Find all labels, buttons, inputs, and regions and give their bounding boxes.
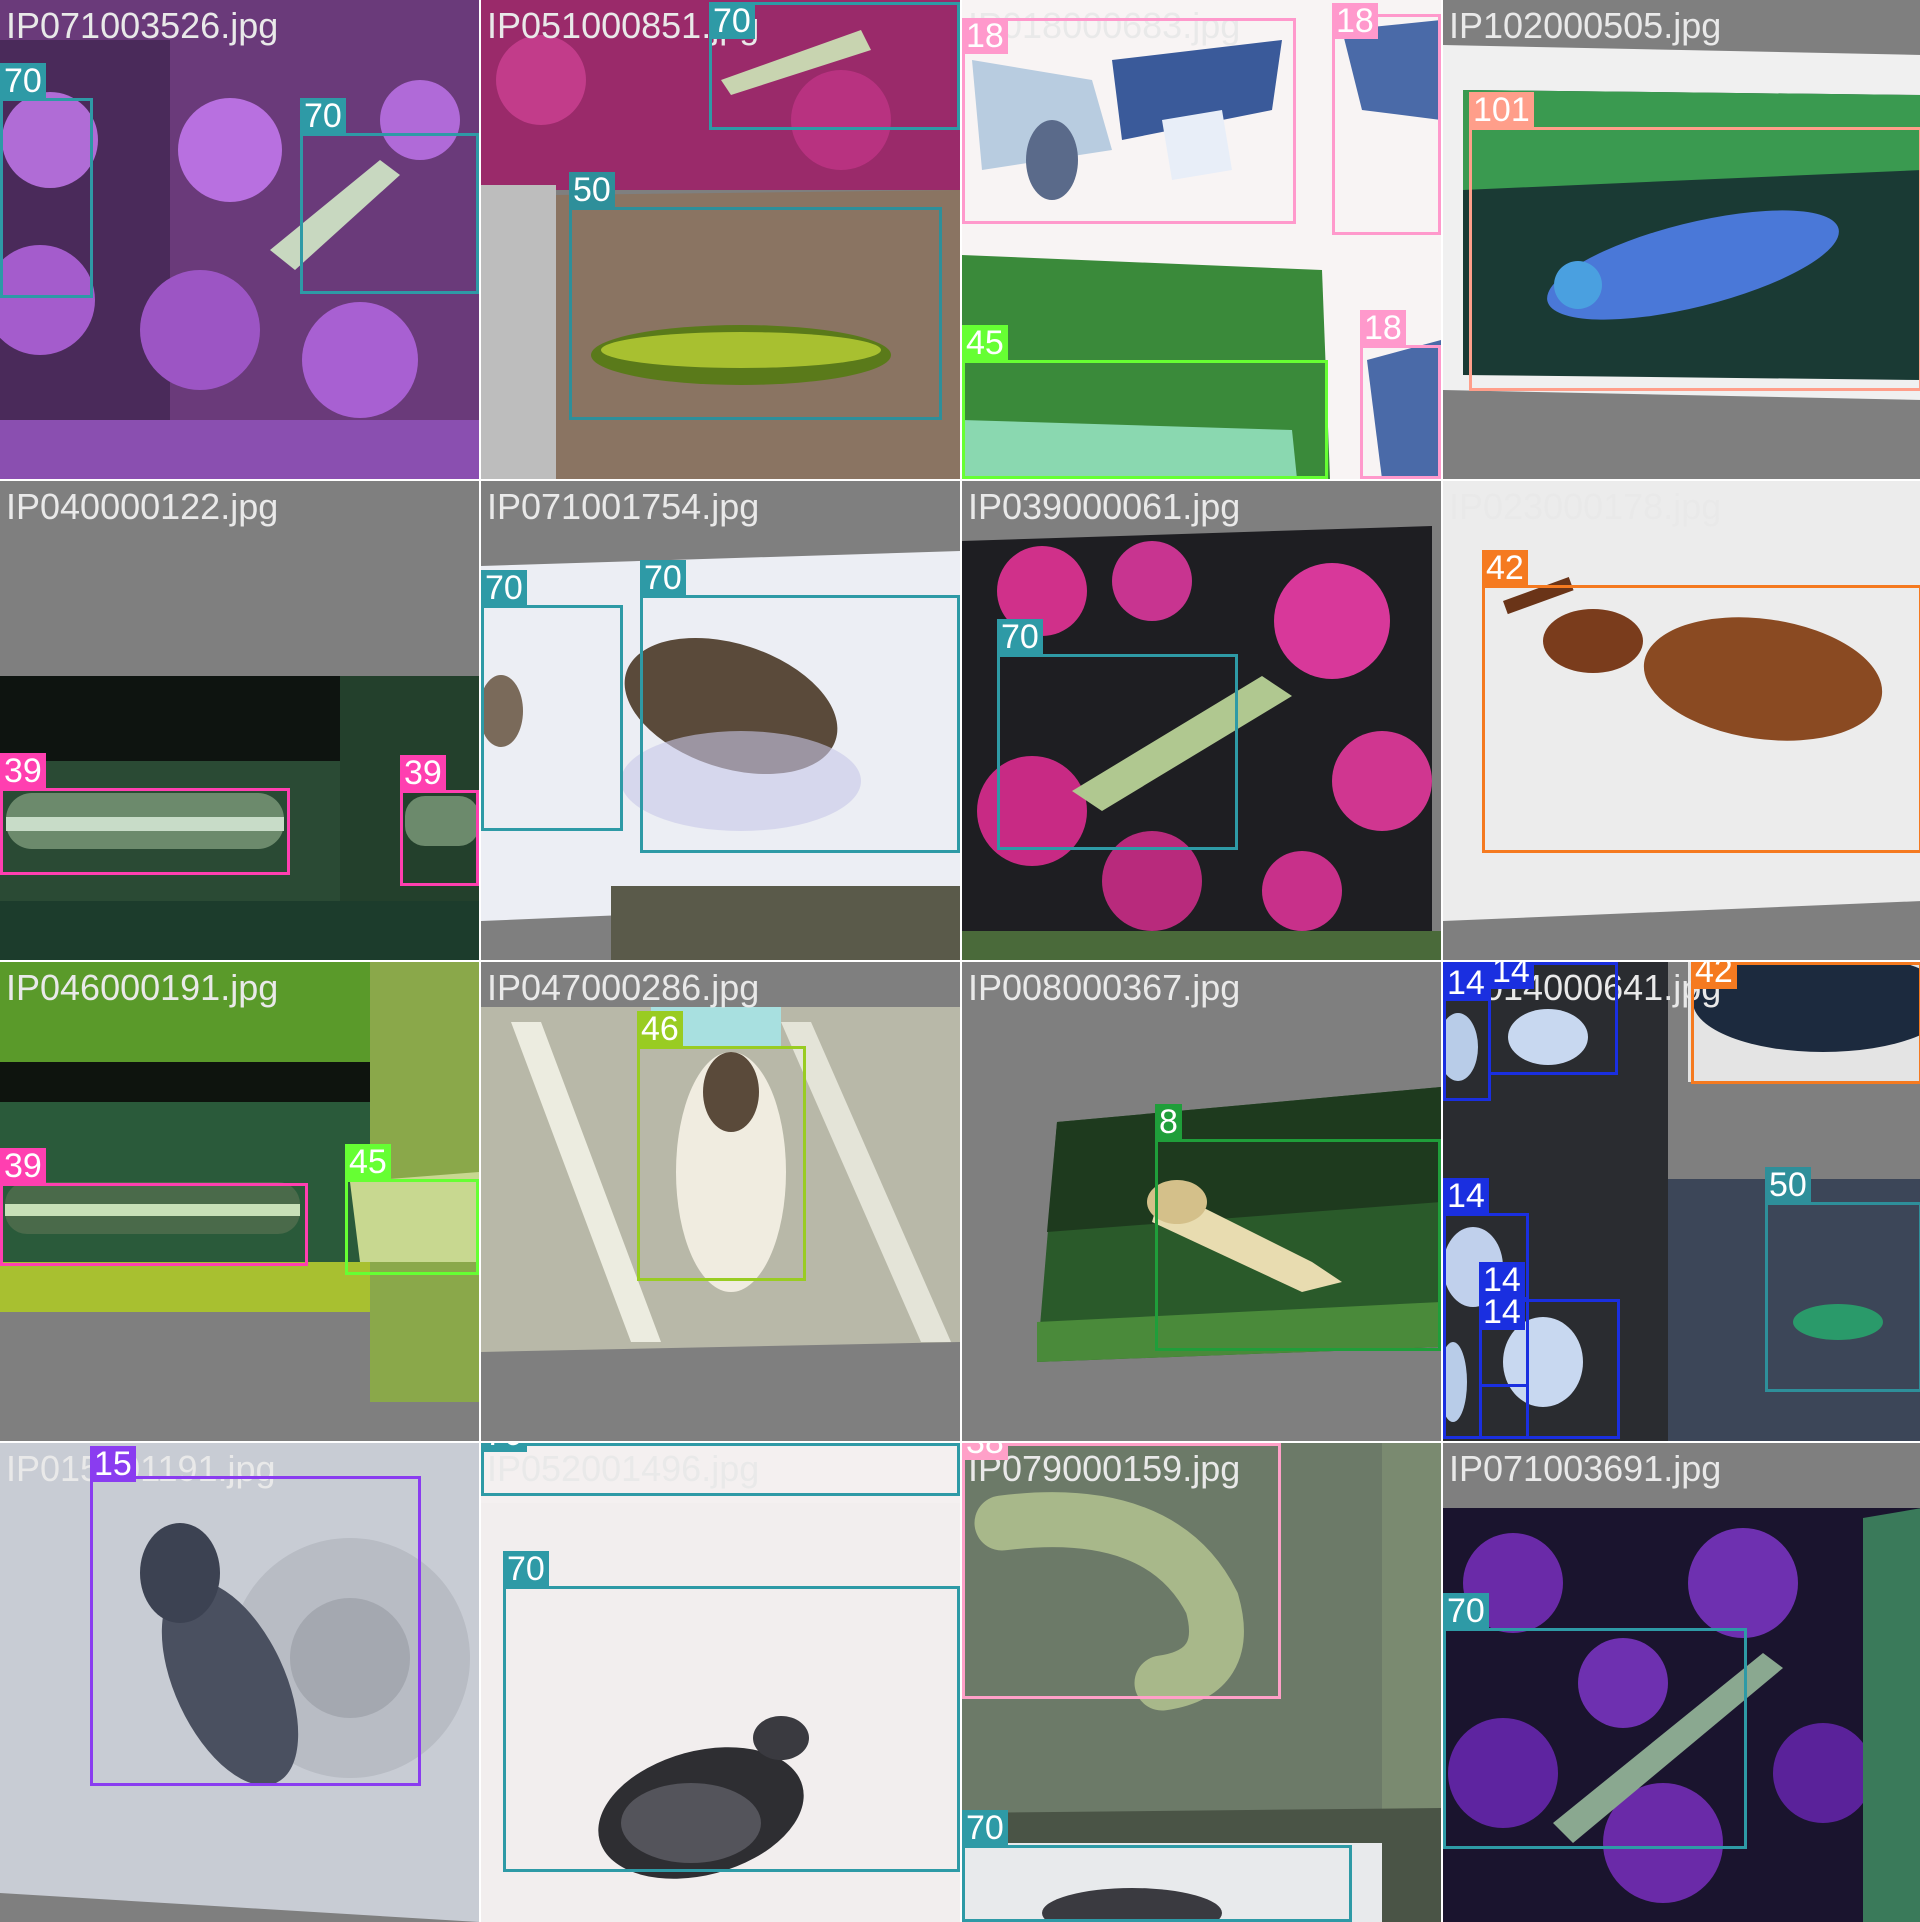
class-label: 70 <box>503 1551 549 1587</box>
mosaic-tile: IP015001191.jpg 15 <box>0 1443 479 1922</box>
mosaic-grid: IP071003526.jpg 70 70 IP051000851.jpg 70… <box>0 0 1920 1922</box>
mosaic-tile: IP071003691.jpg 70 <box>1443 1443 1920 1922</box>
tile-filename: IP040000122.jpg <box>6 486 279 527</box>
class-label: 14 <box>1443 1178 1489 1214</box>
detection-box: 45 <box>962 325 1328 479</box>
mosaic-tile: IP071003526.jpg 70 70 <box>0 0 479 479</box>
detection-box: 39 <box>400 755 479 886</box>
detection-box: 42 <box>1482 550 1920 853</box>
class-label: 38 <box>962 1443 1008 1460</box>
detection-box: 18 <box>1332 3 1441 235</box>
detection-box: 50 <box>569 172 942 420</box>
class-label: 45 <box>345 1144 391 1180</box>
tile-filename: IP071001754.jpg <box>487 486 760 527</box>
tile-filename: IP071003691.jpg <box>1449 1448 1722 1489</box>
class-label: 18 <box>962 18 1008 54</box>
class-label: 101 <box>1469 92 1534 128</box>
mosaic-tile: IP051000851.jpg 70 50 <box>481 0 960 479</box>
class-label: 70 <box>997 619 1043 655</box>
class-label: 70 <box>1443 1593 1489 1629</box>
tile-image <box>0 481 479 960</box>
detection-box: 101 <box>1469 92 1920 391</box>
tile-filename: IP039000061.jpg <box>968 486 1241 527</box>
tile-filename: IP071003526.jpg <box>6 5 279 46</box>
class-label: 70 <box>300 98 346 134</box>
detection-box: 14 <box>1443 962 1491 1101</box>
tile-filename: IP008000367.jpg <box>968 967 1241 1008</box>
tile-filename: IP023000178.jpg <box>1449 486 1722 527</box>
class-label: 14 <box>1479 1294 1525 1330</box>
class-label: 14 <box>1443 965 1489 1001</box>
detection-box: 39 <box>0 753 290 875</box>
class-label: 70 <box>962 1810 1008 1846</box>
class-label: 14 <box>1488 962 1534 989</box>
mosaic-tile: IP047000286.jpg 46 <box>481 962 960 1441</box>
class-label: 70 <box>481 1443 527 1452</box>
detection-box: 39 <box>0 1148 308 1266</box>
detection-box: 15 <box>90 1446 421 1786</box>
mosaic-tile: IP102000505.jpg 101 <box>1443 0 1920 479</box>
detection-box: 38 <box>962 1443 1281 1699</box>
mosaic-tile: IP014000641.jpg 14 14 42 14 14 14 50 <box>1443 962 1920 1441</box>
detection-box: 70 <box>962 1810 1352 1922</box>
detection-box: 14 <box>1479 1294 1620 1439</box>
class-label: 70 <box>709 3 755 39</box>
detection-box: 8 <box>1155 1104 1441 1351</box>
detection-box: 42 <box>1691 962 1920 1084</box>
mosaic-tile: IP040000122.jpg 39 39 <box>0 481 479 960</box>
mosaic-tile: IP046000191.jpg 39 45 <box>0 962 479 1441</box>
detection-box: 70 <box>481 570 623 831</box>
class-label: 45 <box>962 325 1008 361</box>
class-label: 70 <box>0 63 46 99</box>
detection-box: 14 <box>1488 962 1618 1075</box>
class-label: 42 <box>1482 550 1528 586</box>
detection-box: 70 <box>481 1443 960 1496</box>
class-label: 70 <box>640 560 686 596</box>
mosaic-tile: IP052001496.jpg 70 70 <box>481 1443 960 1922</box>
class-label: 50 <box>569 172 615 208</box>
class-label: 39 <box>400 755 446 791</box>
detection-box: 18 <box>962 18 1296 224</box>
detection-box: 18 <box>1360 310 1441 479</box>
mosaic-tile: IP079000159.jpg 38 70 <box>962 1443 1441 1922</box>
detection-box: 70 <box>503 1551 960 1872</box>
detection-box: 46 <box>637 1011 806 1281</box>
mosaic-tile: IP008000367.jpg 8 <box>962 962 1441 1441</box>
mosaic-tile: IP071001754.jpg 70 70 <box>481 481 960 960</box>
class-label: 8 <box>1155 1104 1182 1140</box>
class-label: 18 <box>1360 310 1406 346</box>
tile-filename: IP047000286.jpg <box>487 967 760 1008</box>
detection-box: 70 <box>640 560 960 853</box>
class-label: 42 <box>1691 962 1737 989</box>
detection-box: 70 <box>0 63 93 298</box>
class-label: 39 <box>0 753 46 789</box>
class-label: 46 <box>637 1011 683 1047</box>
tile-filename: IP102000505.jpg <box>1449 5 1722 46</box>
mosaic-tile: IP018000683.jpg 18 18 45 18 <box>962 0 1441 479</box>
class-label: 15 <box>90 1446 136 1482</box>
detection-box: 70 <box>300 98 479 294</box>
detection-box: 45 <box>345 1144 479 1275</box>
class-label: 18 <box>1332 3 1378 39</box>
class-label: 39 <box>0 1148 46 1184</box>
class-label: 50 <box>1765 1167 1811 1203</box>
detection-box: 70 <box>997 619 1238 850</box>
detection-box: 50 <box>1765 1167 1920 1392</box>
mosaic-tile: IP039000061.jpg 70 <box>962 481 1441 960</box>
class-label: 70 <box>481 570 527 606</box>
mosaic-tile: IP023000178.jpg 42 <box>1443 481 1920 960</box>
detection-box: 70 <box>1443 1593 1747 1849</box>
detection-box: 70 <box>709 2 960 130</box>
tile-filename: IP046000191.jpg <box>6 967 279 1008</box>
